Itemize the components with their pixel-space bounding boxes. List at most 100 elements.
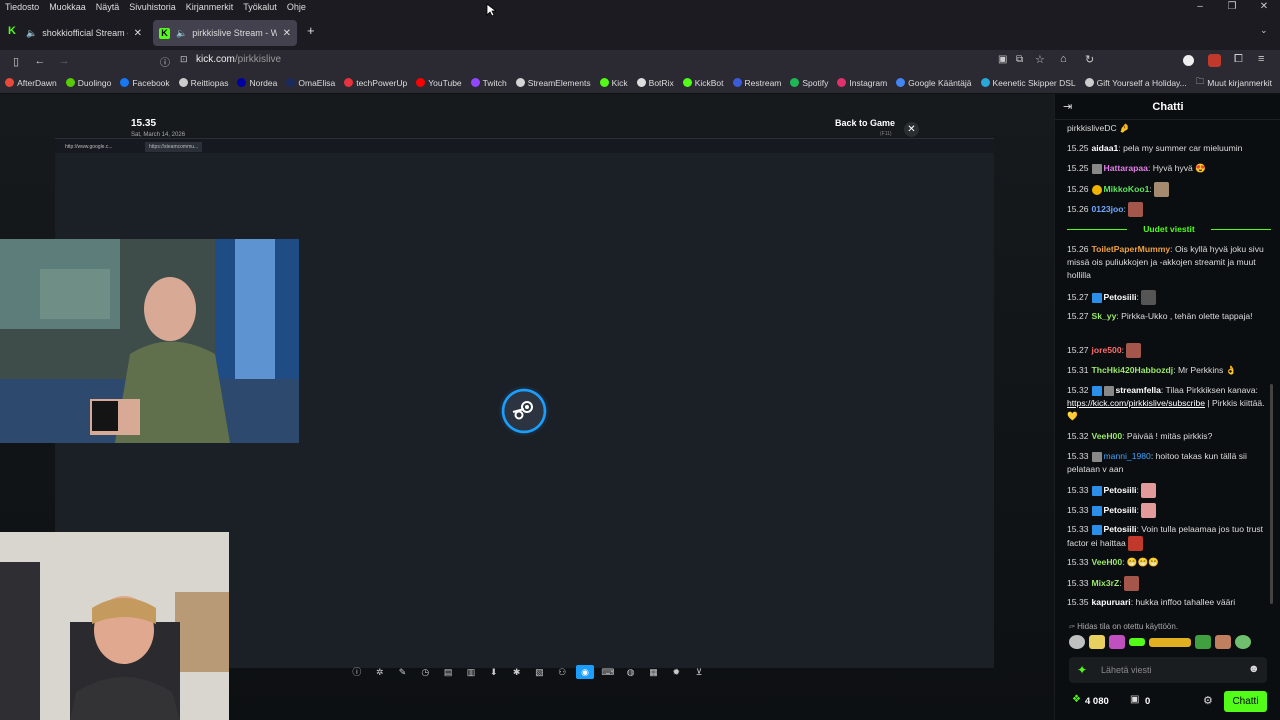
chat-username[interactable]: streamfella: [1116, 385, 1161, 395]
bookmark-google-translate[interactable]: Google Kääntäjä: [896, 78, 972, 88]
chat-username[interactable]: VeeH00: [1092, 431, 1123, 441]
subscribe-link[interactable]: https://kick.com/pirkkislive/subscribe: [1067, 398, 1205, 408]
chat-username[interactable]: ThcHki420Habbozdj: [1092, 365, 1174, 375]
controller-icon: ⌨: [601, 667, 615, 677]
bookmark-facebook[interactable]: Facebook: [120, 78, 170, 88]
sidebar-icon[interactable]: ▯: [4, 55, 28, 68]
spotify-icon: [790, 78, 800, 87]
bookmark-techpowerup[interactable]: techPowerUp: [344, 78, 407, 88]
menu-view[interactable]: Näytä: [91, 0, 125, 16]
send-chat-button[interactable]: Chatti: [1224, 691, 1267, 712]
extensions-puzzle-icon[interactable]: ⧠: [1234, 53, 1243, 66]
close-window-button[interactable]: ✕: [1248, 0, 1280, 16]
reload-icon[interactable]: ↻: [1085, 53, 1094, 66]
chat-text-tail: | Pirkkis kiittää.: [1207, 398, 1265, 409]
bookmark-spotify[interactable]: Spotify: [790, 78, 828, 88]
chat-username[interactable]: manni_1980: [1104, 451, 1151, 461]
bookmark-botrix[interactable]: BotRix: [636, 78, 674, 88]
bookmark-keenetic[interactable]: Keenetic Skipper DSL: [980, 78, 1076, 88]
chat-username[interactable]: pirkkisliveDC: [1067, 123, 1117, 133]
bookmark-star-icon[interactable]: ☆: [1035, 53, 1045, 66]
chat-settings-icon[interactable]: ⚙: [1203, 694, 1213, 707]
bookmark-twitch[interactable]: Twitch: [470, 78, 507, 88]
keenetic-icon: [980, 78, 990, 87]
new-messages-divider: Uudet viestit: [1067, 223, 1271, 235]
emoji-picker-icon[interactable]: ☻: [1248, 663, 1260, 675]
chat-username[interactable]: aidaa1: [1092, 143, 1119, 153]
chat-text: hukka inffoo tahallee vääri: [1135, 597, 1236, 607]
url-bar[interactable]: kick.com/pirkkislive: [196, 54, 281, 65]
chat-username[interactable]: Hattarapaa: [1104, 163, 1148, 173]
chat-username[interactable]: MikkoKoo1: [1104, 184, 1150, 194]
bookmark-youtube[interactable]: YouTube: [416, 78, 462, 88]
bookmark-instagram[interactable]: Instagram: [837, 78, 887, 88]
emote-icon[interactable]: [1235, 635, 1251, 649]
bookmark-streamelements[interactable]: StreamElements: [515, 78, 591, 88]
emote-icon[interactable]: [1089, 635, 1105, 649]
chat-username[interactable]: 0123joo: [1092, 204, 1124, 214]
bookmark-gift-holiday[interactable]: Gift Yourself a Holiday...: [1084, 78, 1187, 88]
emote-icon[interactable]: [1069, 635, 1085, 649]
other-bookmarks[interactable]: 🗀 Muut kirjanmerkit: [1196, 76, 1272, 90]
image-icon[interactable]: ▣: [998, 54, 1007, 65]
tab-list-icon[interactable]: ⌄: [1260, 25, 1268, 36]
emote-icon[interactable]: [1149, 638, 1191, 647]
bookmark-nordea[interactable]: Nordea: [237, 78, 277, 88]
emote-icon[interactable]: [1129, 638, 1145, 646]
lock-icon: ⊡: [180, 54, 188, 64]
achievements-icon: ✲: [375, 667, 384, 677]
menu-edit[interactable]: Muokkaa: [44, 0, 91, 16]
close-tab-icon[interactable]: ✕: [134, 28, 142, 39]
extension-icon[interactable]: [1183, 55, 1194, 66]
bookmark-omaelisa[interactable]: OmaElisa: [286, 78, 335, 88]
menu-tools[interactable]: Työkalut: [238, 0, 282, 16]
bookmark-duolingo[interactable]: Duolingo: [65, 78, 111, 88]
instagram-icon: [837, 78, 847, 87]
chat-username[interactable]: VeeH00: [1092, 557, 1123, 567]
forward-icon[interactable]: →: [52, 55, 76, 67]
stream-video[interactable]: 15.35 Sat, March 14, 2026 Back to Game (…: [0, 94, 1054, 720]
new-tab-button[interactable]: +: [307, 23, 315, 38]
menu-icon[interactable]: ≡: [1258, 53, 1264, 65]
menu-file[interactable]: Tiedosto: [0, 0, 44, 16]
chat-username[interactable]: Petosiili: [1104, 292, 1137, 302]
menu-history[interactable]: Sivuhistoria: [124, 0, 181, 16]
channel-points[interactable]: 4 080: [1085, 696, 1109, 707]
site-info-icon[interactable]: ⓘ: [160, 54, 170, 69]
emote-icon[interactable]: [1215, 635, 1231, 649]
bookmark-kick[interactable]: Kick: [599, 78, 628, 88]
chat-scrollbar[interactable]: [1270, 384, 1273, 604]
bookmark-afterdawn[interactable]: AfterDawn: [5, 78, 57, 88]
chat-username[interactable]: Petosiili: [1104, 524, 1137, 534]
minimize-button[interactable]: –: [1184, 0, 1216, 16]
chat-message-input[interactable]: ✦ Lähetä viesti ☻: [1069, 657, 1267, 683]
maximize-button[interactable]: ❐: [1216, 0, 1248, 16]
tab-pirkkislive[interactable]: K 🔈 pirkkislive Stream - Watch L ✕: [153, 20, 297, 46]
chat-username[interactable]: jore500: [1092, 345, 1122, 355]
bookmark-reittiopas[interactable]: Reittiopas: [178, 78, 228, 88]
close-tab-icon[interactable]: ✕: [283, 28, 291, 39]
menu-bookmarks[interactable]: Kirjanmerkit: [181, 0, 239, 16]
bookmark-kickbot[interactable]: KickBot: [682, 78, 724, 88]
gift-count[interactable]: 0: [1145, 696, 1150, 707]
chat-message: 15.35 kapuruari: hukka inffoo tahallee vä…: [1067, 597, 1236, 607]
emote-icon[interactable]: [1195, 635, 1211, 649]
chat-username[interactable]: Sk_yy: [1092, 311, 1117, 321]
kick-icon: [599, 78, 609, 87]
chat-title: Chatti: [1152, 101, 1184, 113]
chat-username[interactable]: Mix3rZ: [1092, 578, 1120, 588]
sparkle-icon[interactable]: ✦: [1077, 663, 1087, 677]
pip-icon[interactable]: ⧉: [1016, 54, 1023, 65]
home-icon[interactable]: ⌂: [1060, 53, 1067, 65]
chat-username[interactable]: ToiletPaperMummy: [1092, 244, 1171, 254]
chat-username[interactable]: kapuruari: [1092, 597, 1131, 607]
chat-username[interactable]: Petosiili: [1104, 485, 1137, 495]
menu-help[interactable]: Ohje: [282, 0, 311, 16]
screenshot-icon: ▧: [535, 667, 544, 677]
emote-icon[interactable]: [1109, 635, 1125, 649]
chat-username[interactable]: Petosiili: [1104, 505, 1137, 515]
back-icon[interactable]: ←: [28, 55, 52, 67]
notifications-icon[interactable]: [1208, 54, 1221, 67]
tab-shokkiofficial[interactable]: 🔈 shokkiofficial Stream - Watc ✕: [20, 20, 148, 46]
bookmark-restream[interactable]: Restream: [732, 78, 781, 88]
